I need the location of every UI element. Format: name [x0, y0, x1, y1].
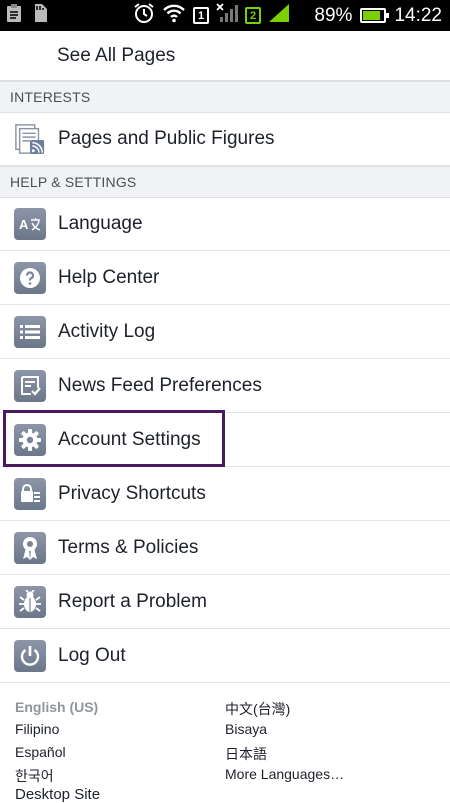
section-header-help-settings: HELP & SETTINGS: [0, 166, 450, 198]
signal-icon: [268, 3, 290, 28]
menu-item-privacy-shortcuts[interactable]: Privacy Shortcuts: [0, 468, 450, 521]
sd-card-icon: [32, 3, 48, 28]
battery-percent: 89%: [314, 4, 353, 26]
menu-item-label: Help Center: [58, 267, 160, 288]
language-link-filipino[interactable]: Filipino: [15, 721, 59, 737]
menu-item-label: News Feed Preferences: [58, 375, 262, 396]
menu-item-label: Language: [58, 213, 143, 234]
menu-item-label: Privacy Shortcuts: [58, 483, 206, 504]
section-header-interests: INTERESTS: [0, 81, 450, 113]
language-current: English (US): [15, 699, 99, 715]
sim1-icon: 1: [193, 7, 209, 24]
desktop-site-link[interactable]: Desktop Site: [15, 786, 100, 803]
ribbon-badge-icon: [14, 532, 46, 564]
status-bar: 1 2 89% 14:22: [0, 0, 450, 31]
more-languages-link[interactable]: More Languages…: [225, 766, 344, 782]
menu-item-help-center[interactable]: Help Center: [0, 252, 450, 305]
clipboard-icon: [6, 3, 22, 28]
menu-item-account-settings[interactable]: Account Settings: [0, 414, 450, 467]
power-icon: [14, 640, 46, 672]
news-feed-icon: [14, 370, 46, 402]
menu-item-language[interactable]: A Language: [0, 198, 450, 251]
section-title: HELP & SETTINGS: [10, 174, 137, 190]
menu-item-activity-log[interactable]: Activity Log: [0, 306, 450, 359]
menu-item-label: Terms & Policies: [58, 537, 199, 558]
language-icon: A: [14, 208, 46, 240]
no-signal-icon: [216, 3, 238, 28]
sim2-icon: 2: [245, 7, 261, 24]
menu-item-news-feed-preferences[interactable]: News Feed Preferences: [0, 360, 450, 413]
section-title: INTERESTS: [10, 89, 91, 105]
bug-icon: [14, 586, 46, 618]
lock-icon: [14, 478, 46, 510]
see-all-pages-label: See All Pages: [57, 44, 176, 66]
menu-item-terms-policies[interactable]: Terms & Policies: [0, 522, 450, 575]
wifi-icon: [162, 3, 186, 28]
menu-item-label: Account Settings: [58, 429, 201, 450]
menu-item-label: Pages and Public Figures: [58, 128, 275, 149]
menu-item-log-out[interactable]: Log Out: [0, 630, 450, 683]
menu-item-report-problem[interactable]: Report a Problem: [0, 576, 450, 629]
language-link-korean[interactable]: 한국어: [15, 766, 54, 786]
svg-text:A: A: [19, 217, 29, 232]
clock: 14:22: [394, 4, 442, 26]
language-link-espanol[interactable]: Español: [15, 744, 66, 760]
language-link-japanese[interactable]: 日本語: [225, 744, 267, 764]
alarm-icon: [133, 2, 155, 29]
language-link-bisaya[interactable]: Bisaya: [225, 721, 267, 737]
menu-item-pages-public-figures[interactable]: Pages and Public Figures: [0, 113, 450, 166]
see-all-pages-link[interactable]: See All Pages: [0, 31, 450, 81]
gear-icon: [14, 424, 46, 456]
battery-icon: [360, 8, 390, 23]
language-link-chinese-tw[interactable]: 中文(台灣): [225, 699, 290, 719]
menu-item-label: Log Out: [58, 645, 126, 666]
pages-feed-icon: [14, 123, 46, 155]
menu-item-label: Report a Problem: [58, 591, 207, 612]
question-icon: [14, 262, 46, 294]
list-icon: [14, 316, 46, 348]
menu-item-label: Activity Log: [58, 321, 156, 342]
